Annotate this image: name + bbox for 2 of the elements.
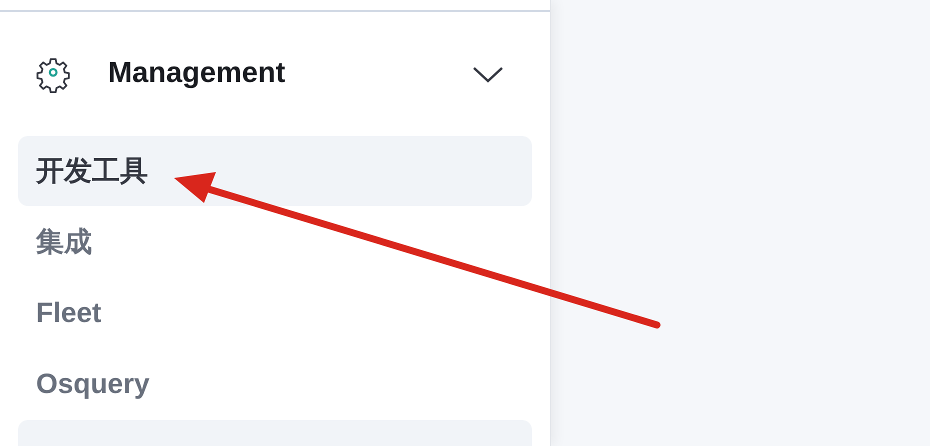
nav-item[interactable]: 开发工具 — [18, 136, 532, 206]
section-title: Management — [108, 56, 286, 92]
